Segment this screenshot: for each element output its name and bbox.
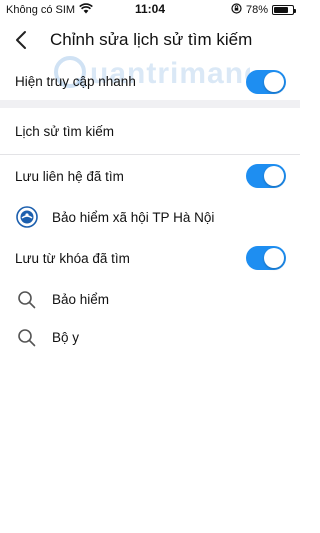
status-right: 78% xyxy=(231,3,296,17)
battery-level xyxy=(274,7,289,13)
chevron-left-icon xyxy=(16,31,26,49)
orientation-lock-icon xyxy=(231,3,242,17)
nav-bar: Chỉnh sửa lịch sử tìm kiếm xyxy=(0,24,300,58)
section-divider xyxy=(0,100,300,108)
saved-keywords-label: Lưu từ khóa đã tìm xyxy=(15,251,130,266)
toggle-knob xyxy=(264,72,284,92)
saved-keywords-toggle[interactable] xyxy=(246,246,286,270)
saved-contacts-toggle[interactable] xyxy=(246,164,286,188)
saved-contacts-label: Lưu liên hệ đã tìm xyxy=(15,169,124,184)
history-section-title: Lịch sử tìm kiếm xyxy=(15,124,115,139)
status-bar: Không có SIM 11:04 78% xyxy=(0,0,300,20)
contact-item[interactable]: Bảo hiểm xã hội TP Hà Nội xyxy=(0,202,300,234)
keyword-item[interactable]: Bộ y xyxy=(0,322,300,354)
search-icon xyxy=(17,328,37,348)
history-section-header: Lịch sử tìm kiếm xyxy=(0,112,300,152)
search-icon xyxy=(17,290,37,310)
quick-access-row: Hiện truy cập nhanh xyxy=(0,64,300,100)
toggle-knob xyxy=(264,248,284,268)
divider xyxy=(0,154,300,155)
saved-keywords-row: Lưu từ khóa đã tìm xyxy=(0,242,300,278)
battery-icon xyxy=(272,5,296,15)
social-insurance-logo-icon xyxy=(16,206,38,228)
contact-name: Bảo hiểm xã hội TP Hà Nội xyxy=(52,210,215,225)
back-button[interactable] xyxy=(10,28,34,52)
quick-access-toggle[interactable] xyxy=(246,70,286,94)
battery-percent: 78% xyxy=(245,4,268,16)
page-title: Chỉnh sửa lịch sử tìm kiếm xyxy=(50,30,253,49)
keyword-item[interactable]: Bảo hiểm xyxy=(0,284,300,316)
keyword-text: Bảo hiểm xyxy=(52,292,110,307)
toggle-knob xyxy=(264,166,284,186)
saved-contacts-row: Lưu liên hệ đã tìm xyxy=(0,160,300,196)
quick-access-label: Hiện truy cập nhanh xyxy=(15,74,136,89)
keyword-text: Bộ y xyxy=(52,330,80,345)
